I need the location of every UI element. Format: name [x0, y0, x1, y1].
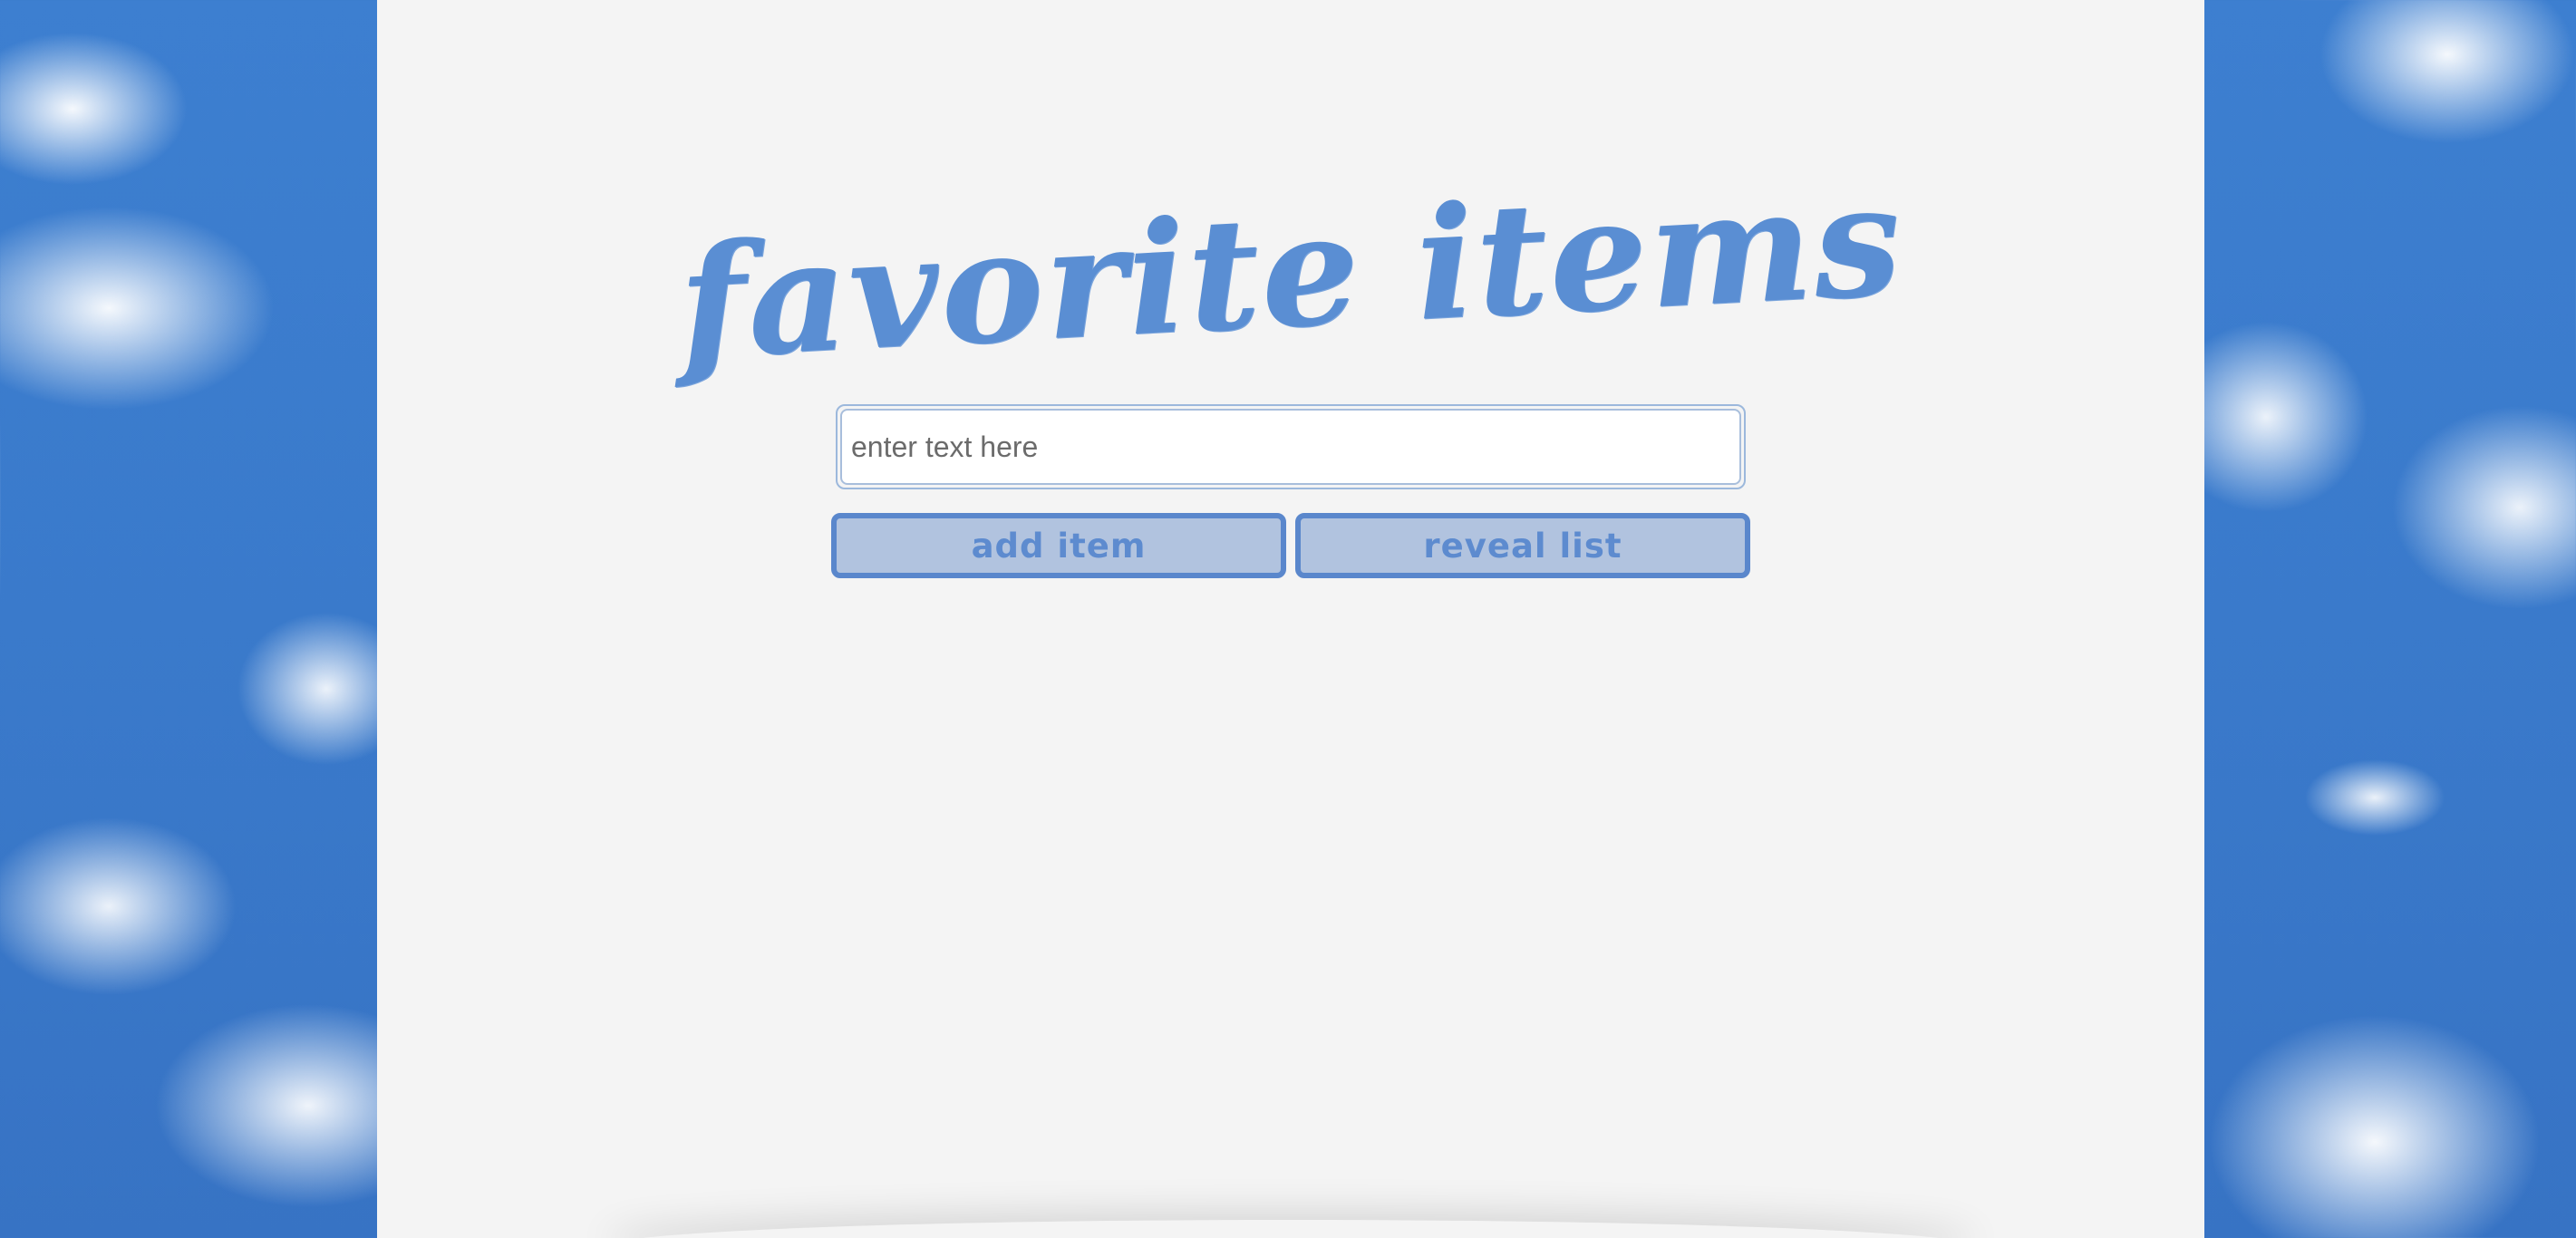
reveal-list-button[interactable]: reveal list	[1295, 513, 1750, 578]
reveal-list-label: reveal list	[1423, 526, 1622, 566]
main-panel: favorite items add item reveal list	[377, 0, 2204, 1238]
page-title: favorite items	[674, 149, 1907, 395]
item-input[interactable]	[840, 409, 1741, 485]
sky-background-right	[2204, 0, 2576, 1238]
list-panel-shadow	[604, 1220, 1978, 1238]
sky-background-left	[0, 0, 377, 1238]
item-input-frame	[836, 404, 1746, 489]
add-item-button[interactable]: add item	[831, 513, 1286, 578]
add-item-label: add item	[971, 526, 1147, 566]
